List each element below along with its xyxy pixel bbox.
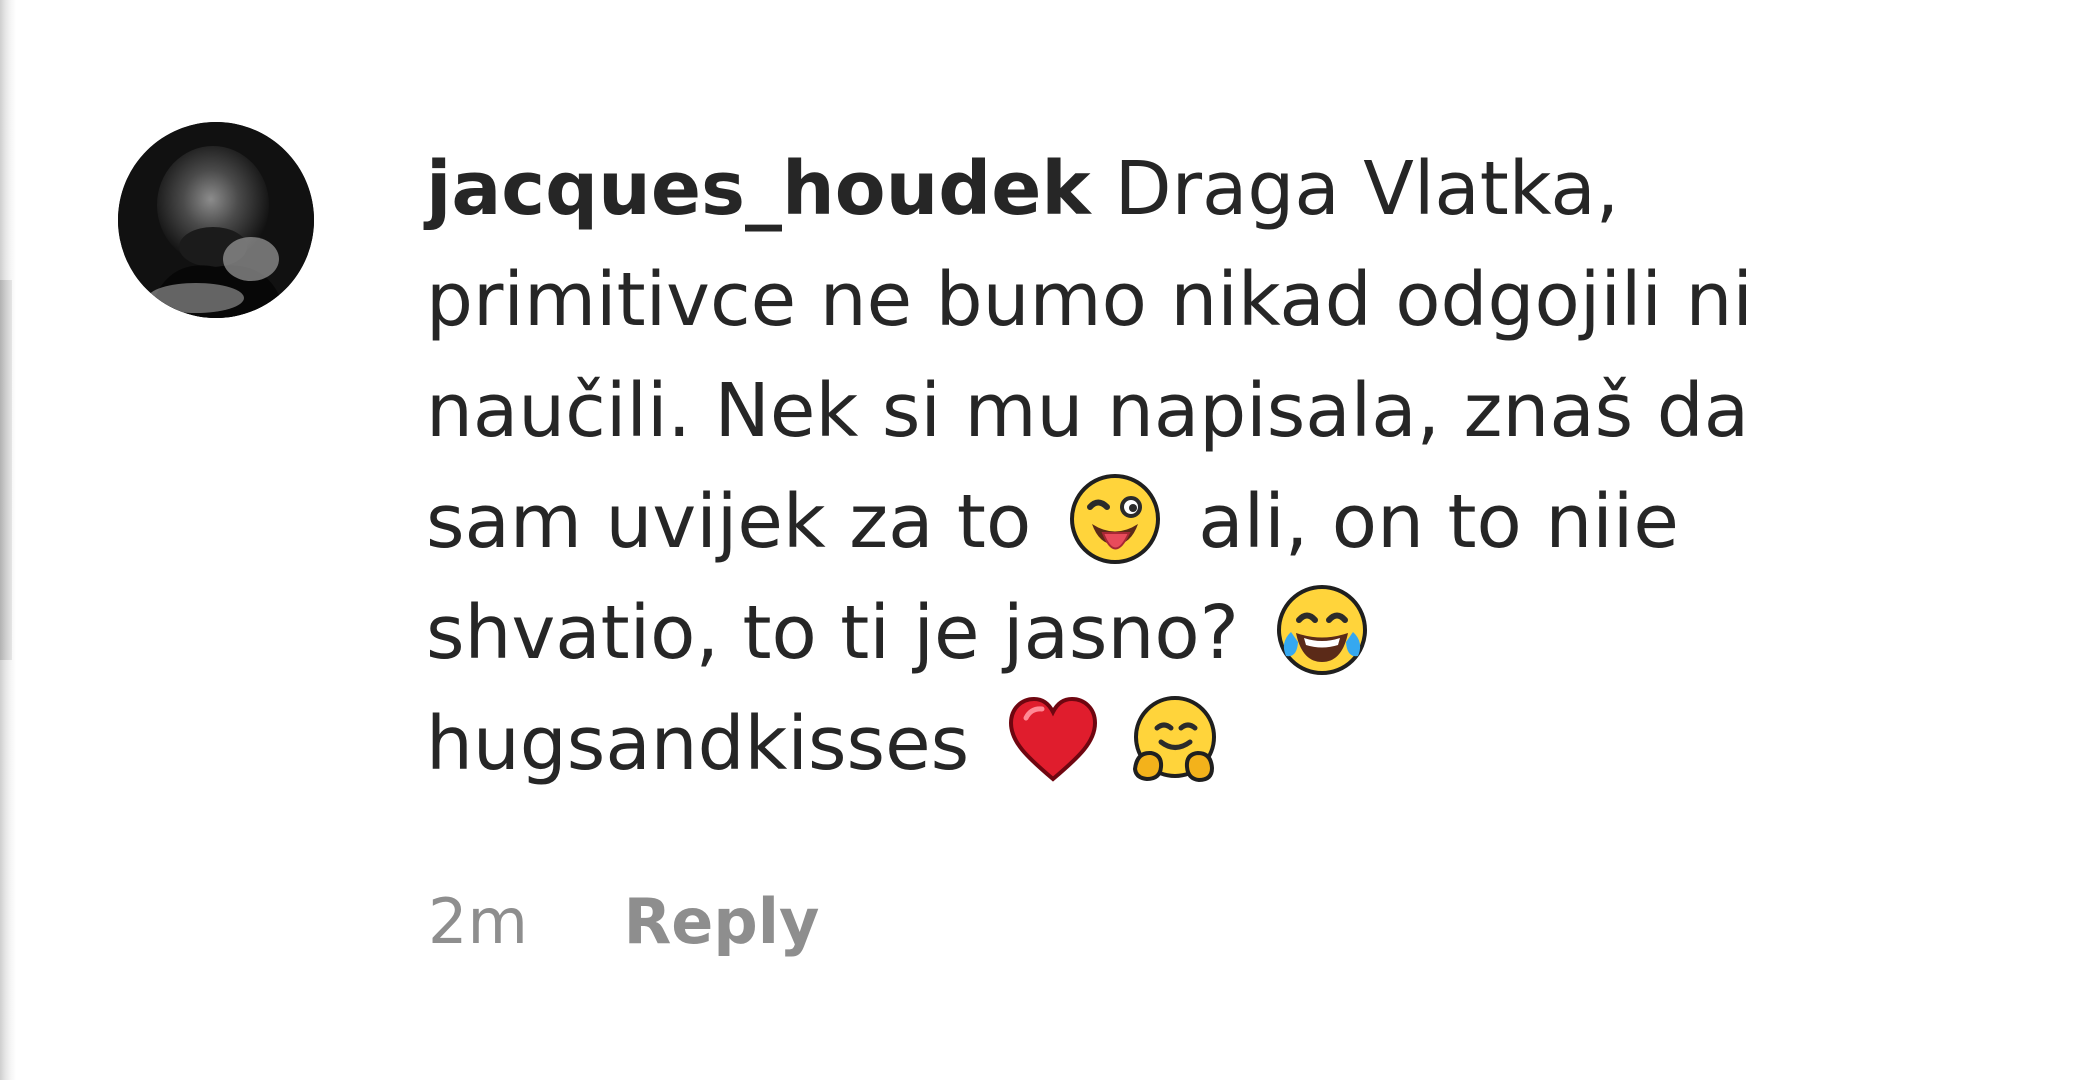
- comment-text: jacques_houdek Draga Vlatka, primitivce n…: [426, 134, 1876, 800]
- reply-button[interactable]: Reply: [624, 882, 820, 962]
- avatar-photo: [118, 122, 314, 318]
- comment-item: jacques_houdek Draga Vlatka, primitivce n…: [118, 122, 1878, 1002]
- comment-username[interactable]: jacques_houdek: [426, 146, 1091, 232]
- comment-meta: 2m Reply: [428, 882, 819, 962]
- comment-text-part-3: hugsandkisses: [426, 701, 970, 787]
- face-with-tears-of-joy-icon: [1277, 585, 1368, 675]
- hugging-face-icon: [1132, 696, 1216, 783]
- window-left-edge: [0, 0, 16, 1080]
- winking-face-with-tongue-icon: [1069, 474, 1160, 564]
- avatar[interactable]: [118, 122, 314, 318]
- comment-timestamp[interactable]: 2m: [428, 882, 528, 962]
- red-heart-icon: [1008, 696, 1097, 782]
